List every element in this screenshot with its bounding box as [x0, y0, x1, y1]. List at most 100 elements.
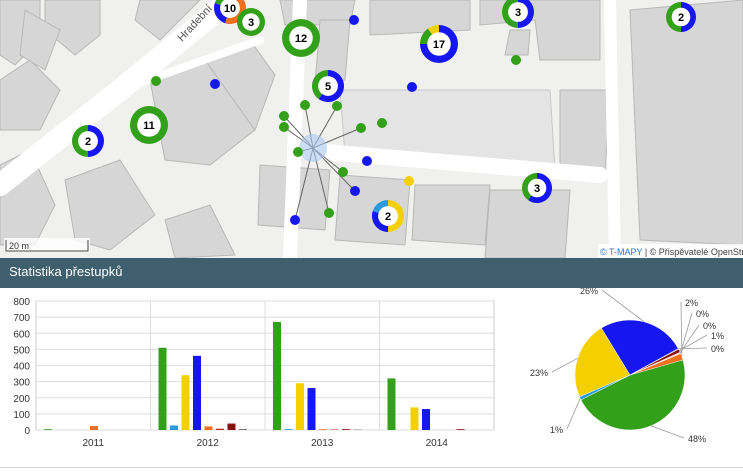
cluster-count: 2 [85, 136, 91, 148]
point-marker[interactable] [511, 55, 521, 65]
section-title: Statistika přestupků [9, 264, 123, 279]
bar [296, 383, 304, 430]
point-marker[interactable] [377, 118, 387, 128]
pie-label: 26% [580, 288, 598, 296]
cluster-marker[interactable]: 5 [312, 70, 344, 102]
cluster-marker[interactable]: 17 [420, 25, 458, 63]
x-tick-label: 2011 [82, 438, 104, 449]
point-marker[interactable] [279, 111, 289, 121]
point-marker[interactable] [151, 76, 161, 86]
point-marker[interactable] [349, 15, 359, 25]
pie-label: 23% [530, 368, 548, 378]
building [559, 89, 611, 176]
statistics-header: Statistika přestupků [0, 258, 743, 288]
building [629, 0, 743, 246]
pie-label: 1% [711, 331, 724, 341]
cluster-count: 5 [325, 81, 331, 93]
building [411, 184, 491, 246]
map-view[interactable]: 10 3 12 3 17 2 5 11 2 3 2 Hradební 20 m © T-MAPY |… [0, 0, 743, 258]
cluster-count: 10 [224, 3, 236, 15]
building [479, 0, 601, 61]
building [164, 204, 236, 258]
pie-leader-line [650, 425, 685, 439]
pie-leader-line [566, 398, 581, 430]
divider [0, 467, 743, 468]
point-marker[interactable] [362, 156, 372, 166]
cluster-marker[interactable]: 3 [237, 8, 265, 36]
bar [342, 429, 350, 430]
bar [44, 429, 52, 430]
attribution: © T-MAPY | © Přispěvatelé OpenStreetMap [600, 247, 743, 257]
building [504, 29, 531, 56]
bar [273, 321, 281, 430]
bar [422, 409, 430, 430]
cluster-marker[interactable]: 2 [666, 2, 696, 32]
cluster-count: 2 [385, 211, 391, 223]
point-marker[interactable] [356, 123, 366, 133]
bar [90, 425, 98, 430]
cluster-count: 3 [534, 183, 540, 195]
y-tick-label: 500 [13, 345, 30, 356]
y-tick-label: 800 [13, 297, 30, 308]
pie-label: 1% [550, 425, 563, 435]
statistics-panel: 0 100 200 300 400 500 600 700 800 2011 2012 2013 201… [0, 288, 743, 473]
bar [239, 429, 247, 430]
road [604, 0, 621, 258]
point-marker[interactable] [210, 79, 220, 89]
bar [456, 429, 465, 430]
building [64, 159, 156, 251]
point-marker[interactable] [324, 208, 334, 218]
attribution-osm-link[interactable]: © Přispěvatelé OpenStreetMap [650, 247, 743, 257]
cluster-marker[interactable]: 3 [502, 0, 534, 28]
pie-label: 0% [696, 309, 709, 319]
attribution-tmapy-link[interactable]: © T-MAPY [600, 247, 642, 257]
pie-label: 2% [685, 298, 698, 308]
cluster-marker[interactable]: 12 [282, 19, 320, 57]
cluster-marker[interactable]: 11 [130, 106, 168, 144]
pie-leader-line [551, 357, 578, 373]
map-canvas[interactable]: 103123172511232 Hradební 20 m © T-MAPY |… [0, 0, 743, 258]
x-tick-label: 2014 [426, 438, 449, 449]
point-marker[interactable] [290, 215, 300, 225]
point-marker[interactable] [350, 186, 360, 196]
building [369, 0, 471, 36]
cluster-marker[interactable]: 2 [72, 125, 104, 157]
point-marker[interactable] [404, 176, 414, 186]
cluster-count: 3 [515, 7, 521, 19]
cluster-count: 12 [295, 33, 307, 45]
building [0, 59, 61, 131]
y-tick-label: 0 [24, 426, 30, 437]
cluster-count: 17 [433, 39, 445, 51]
point-marker[interactable] [300, 100, 310, 110]
bar [410, 407, 419, 430]
cluster-count: 11 [143, 120, 155, 132]
pie-label: 0% [711, 344, 724, 354]
point-marker[interactable] [293, 147, 303, 157]
scale-label: 20 m [9, 241, 29, 251]
bar [193, 355, 201, 430]
bar [216, 428, 224, 430]
y-tick-label: 200 [13, 394, 30, 405]
cluster-marker[interactable]: 3 [522, 173, 553, 204]
bar [227, 423, 236, 430]
pie-label: 0% [703, 321, 716, 331]
point-marker[interactable] [407, 82, 417, 92]
point-marker[interactable] [332, 101, 342, 111]
pie-leader-line [601, 289, 645, 323]
cluster-marker[interactable]: 2 [371, 200, 404, 232]
building [484, 189, 571, 258]
scale-bar: 20 m [4, 238, 90, 252]
charts-canvas: 0 100 200 300 400 500 600 700 800 2011 2012 2013 201… [13, 288, 724, 449]
bar [204, 426, 213, 430]
y-tick-label: 100 [13, 410, 30, 421]
y-tick-label: 600 [13, 329, 30, 340]
y-tick-label: 700 [13, 313, 30, 324]
point-marker[interactable] [338, 167, 348, 177]
bar [307, 388, 316, 430]
y-tick-label: 300 [13, 378, 30, 389]
bar [387, 378, 396, 430]
pie-label: 48% [688, 434, 706, 444]
bar [284, 429, 293, 430]
point-marker[interactable] [279, 122, 289, 132]
y-tick-label: 400 [13, 362, 30, 373]
